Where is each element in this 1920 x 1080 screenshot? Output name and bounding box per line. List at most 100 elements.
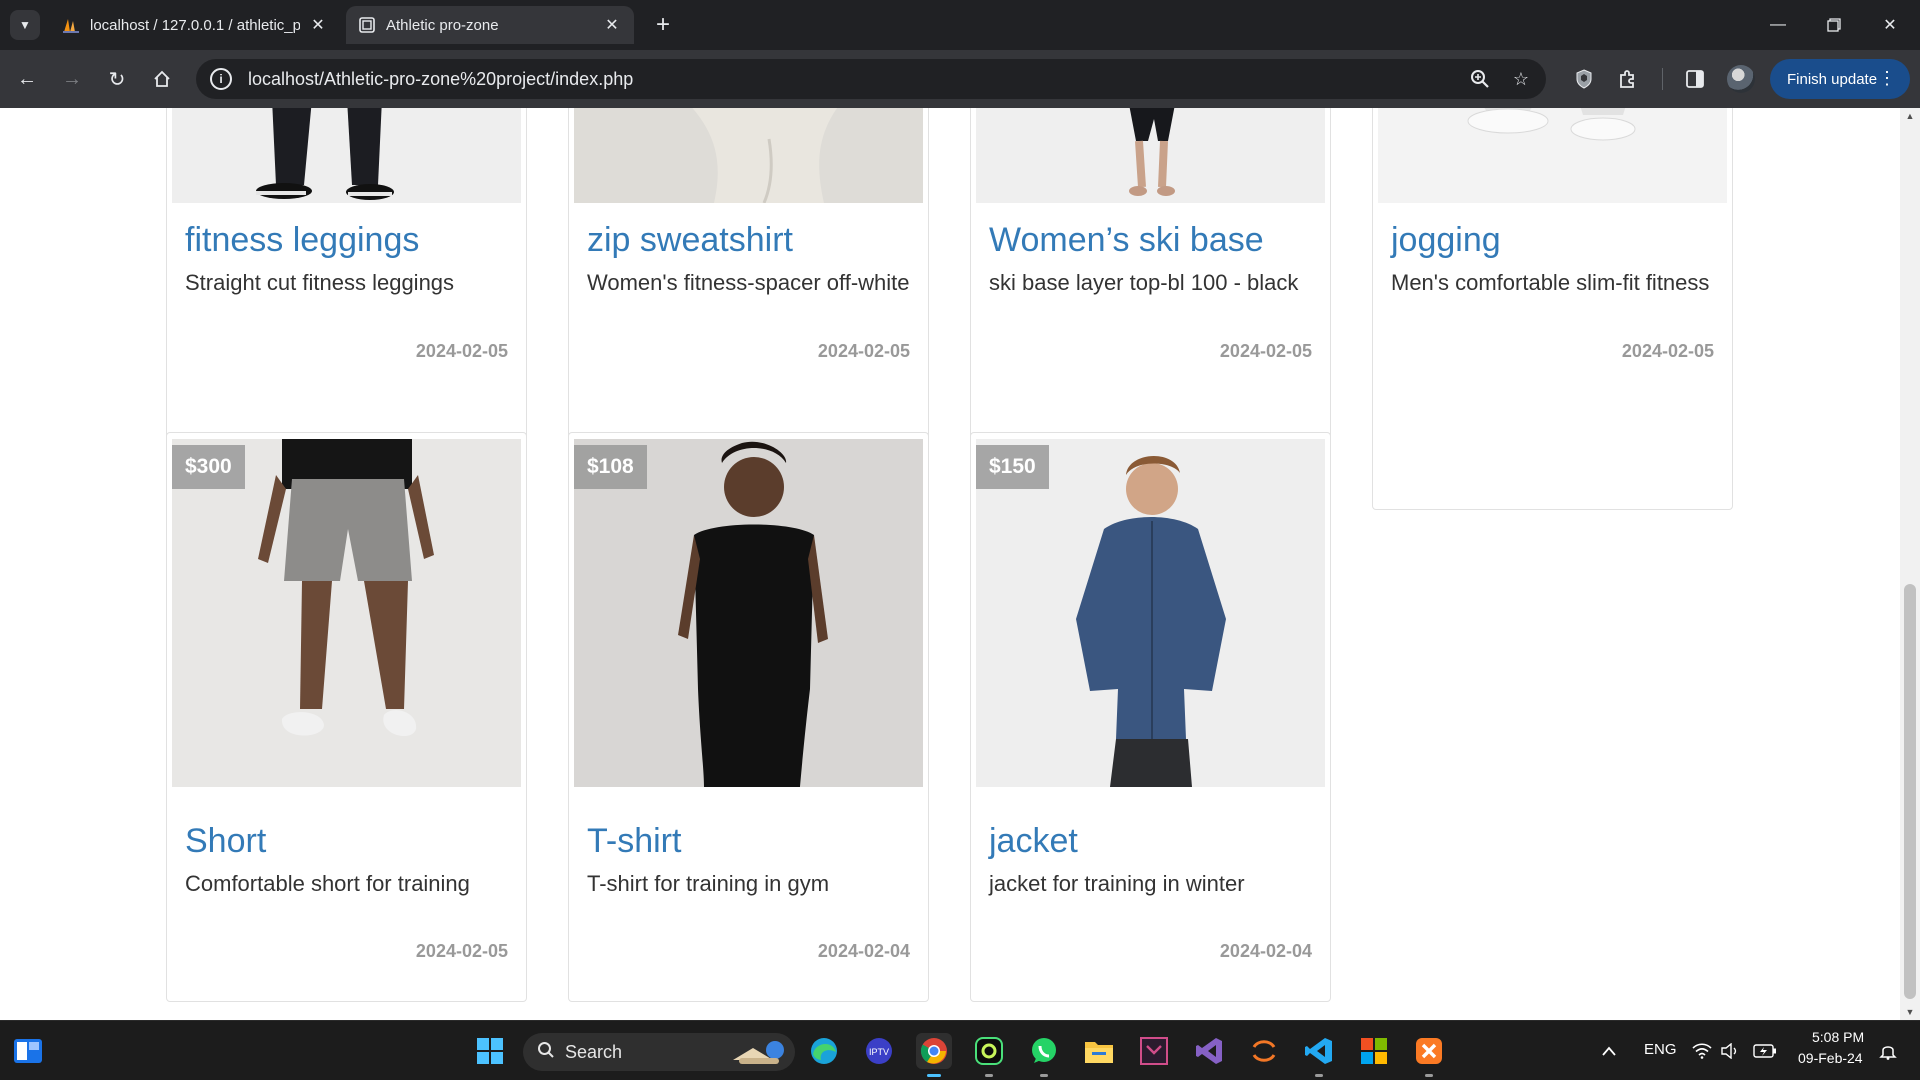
home-icon[interactable] — [145, 62, 179, 96]
product-description: Women's fitness-spacer off-white — [587, 270, 910, 295]
volume-icon[interactable] — [1716, 1033, 1744, 1069]
visual-studio-icon[interactable] — [1191, 1033, 1227, 1069]
extensions-puzzle-icon[interactable] — [1613, 64, 1643, 94]
product-name[interactable]: jogging — [1391, 221, 1501, 260]
running-indicator — [1040, 1074, 1048, 1077]
product-description: ski base layer top-bl 100 - black — [989, 270, 1299, 295]
battery-charging-icon[interactable] — [1750, 1033, 1780, 1069]
widgets-icon[interactable] — [10, 1033, 46, 1069]
side-panel-icon[interactable] — [1680, 64, 1710, 94]
scroll-up-arrow-icon[interactable]: ▲ — [1900, 108, 1920, 124]
product-card[interactable]: $300 Short Comfortable short for trainin… — [166, 432, 527, 1002]
product-name[interactable]: fitness leggings — [185, 221, 419, 260]
product-image[interactable]: $150 — [976, 439, 1325, 787]
tab-phpmyadmin[interactable]: localhost / 127.0.0.1 / athletic_p ✕ — [50, 6, 340, 44]
scroll-down-arrow-icon[interactable]: ▼ — [1900, 1004, 1920, 1020]
finish-update-button[interactable]: Finish update ⋮ — [1770, 59, 1910, 99]
tab-title: Athletic pro-zone — [386, 16, 499, 34]
product-card[interactable]: jogging Men's comfortable slim-fit fitne… — [1372, 108, 1733, 510]
product-description: jacket for training in winter — [989, 871, 1245, 896]
search-icon — [537, 1041, 555, 1064]
active-indicator — [927, 1074, 941, 1077]
site-info-icon[interactable]: i — [210, 68, 232, 90]
close-icon[interactable]: ✕ — [602, 15, 622, 35]
close-icon[interactable]: ✕ — [308, 15, 328, 35]
app-window-icon[interactable] — [1136, 1033, 1172, 1069]
phpmyadmin-sail-icon — [62, 16, 80, 34]
price-badge: $150 — [976, 445, 1049, 489]
product-description: Straight cut fitness leggings — [185, 270, 455, 295]
new-tab-button[interactable]: + — [650, 11, 676, 38]
page-scrollbar[interactable]: ▲ ▼ — [1900, 108, 1920, 1020]
price-badge: $300 — [172, 445, 245, 489]
chevron-up-icon[interactable] — [1594, 1033, 1624, 1069]
chevron-down-icon: ▼ — [19, 18, 31, 32]
tab-title: localhost / 127.0.0.1 / athletic_p — [90, 16, 300, 34]
tab-search-button[interactable]: ▼ — [10, 10, 40, 40]
wifi-icon[interactable] — [1688, 1033, 1716, 1069]
clock-time[interactable]: 5:08 PM — [1812, 1029, 1864, 1045]
product-description: Men's comfortable slim-fit fitness — [1391, 270, 1710, 295]
product-date: 2024-02-04 — [1219, 941, 1312, 961]
zoom-icon[interactable] — [1470, 69, 1490, 89]
taskbar-search-box[interactable]: Search — [523, 1033, 795, 1071]
product-image[interactable]: $300 — [172, 439, 521, 787]
product-card[interactable]: $150 jacket jacket for training in winte… — [970, 432, 1331, 1002]
more-menu-icon[interactable]: ⋮ — [1878, 68, 1896, 89]
product-name[interactable]: Short — [185, 822, 266, 861]
product-date: 2024-02-05 — [415, 941, 508, 961]
language-indicator[interactable]: ENG — [1644, 1041, 1677, 1058]
minimize-icon[interactable]: — — [1750, 0, 1806, 50]
product-card[interactable]: $108 T-shirt T-shirt for training in gym… — [568, 432, 929, 1002]
url-text[interactable]: localhost/Athletic-pro-zone%20project/in… — [248, 69, 633, 90]
product-name[interactable]: T-shirt — [587, 822, 681, 861]
address-bar[interactable]: i localhost/Athletic-pro-zone%20project/… — [196, 59, 1546, 99]
forward-arrow-icon[interactable]: → — [55, 62, 89, 96]
jupyter-icon[interactable] — [1246, 1033, 1282, 1069]
reload-icon[interactable]: ↻ — [100, 62, 134, 96]
search-highlight-icon — [729, 1036, 789, 1073]
profile-avatar[interactable] — [1727, 65, 1755, 93]
edge-browser-icon[interactable] — [806, 1033, 842, 1069]
store-grid-icon[interactable] — [1356, 1033, 1392, 1069]
notification-bell-icon[interactable] — [1873, 1033, 1903, 1069]
browser-toolbar: ← → ↻ i localhost/Athletic-pro-zone%20pr… — [0, 50, 1920, 108]
shield-extension-icon[interactable] — [1569, 64, 1599, 94]
page-document-icon — [358, 16, 376, 34]
camo-app-icon[interactable] — [971, 1033, 1007, 1077]
page-viewport: fitness leggings Straight cut fitness le… — [0, 108, 1900, 1020]
restore-icon[interactable] — [1806, 0, 1862, 50]
product-date: 2024-02-05 — [1621, 341, 1714, 361]
clock-date[interactable]: 09-Feb-24 — [1798, 1050, 1863, 1066]
bookmark-star-icon[interactable]: ☆ — [1511, 69, 1531, 89]
whatsapp-icon[interactable] — [1026, 1033, 1062, 1077]
xampp-icon[interactable] — [1411, 1033, 1447, 1077]
running-indicator — [1315, 1074, 1323, 1077]
product-name[interactable]: Women’s ski base — [989, 221, 1264, 260]
close-window-icon[interactable]: ✕ — [1862, 0, 1918, 50]
file-explorer-icon[interactable] — [1081, 1033, 1117, 1069]
product-date: 2024-02-05 — [415, 341, 508, 361]
iptv-app-icon[interactable]: IPTV — [861, 1033, 897, 1069]
product-image[interactable]: $108 — [574, 439, 923, 787]
product-image[interactable] — [172, 108, 521, 203]
product-name[interactable]: jacket — [989, 822, 1078, 861]
search-label: Search — [565, 1041, 623, 1062]
product-name[interactable]: zip sweatshirt — [587, 221, 793, 260]
product-date: 2024-02-05 — [1219, 341, 1312, 361]
windows-taskbar: Search IPTV ENG 5:08 PM 09-Feb-24 — [0, 1020, 1920, 1080]
product-image[interactable] — [574, 108, 923, 203]
product-image[interactable] — [1378, 108, 1727, 203]
product-date: 2024-02-04 — [817, 941, 910, 961]
vscode-icon[interactable] — [1301, 1033, 1337, 1077]
running-indicator — [1425, 1074, 1433, 1077]
windows-start-icon[interactable] — [472, 1033, 508, 1069]
product-image[interactable] — [976, 108, 1325, 203]
svg-text:IPTV: IPTV — [869, 1047, 889, 1057]
tab-athletic-pro-zone[interactable]: Athletic pro-zone ✕ — [346, 6, 634, 44]
back-arrow-icon[interactable]: ← — [10, 62, 44, 96]
product-description: Comfortable short for training — [185, 871, 470, 896]
product-description: T-shirt for training in gym — [587, 871, 830, 896]
scrollbar-thumb[interactable] — [1904, 584, 1916, 999]
chrome-browser-icon[interactable] — [916, 1033, 952, 1077]
